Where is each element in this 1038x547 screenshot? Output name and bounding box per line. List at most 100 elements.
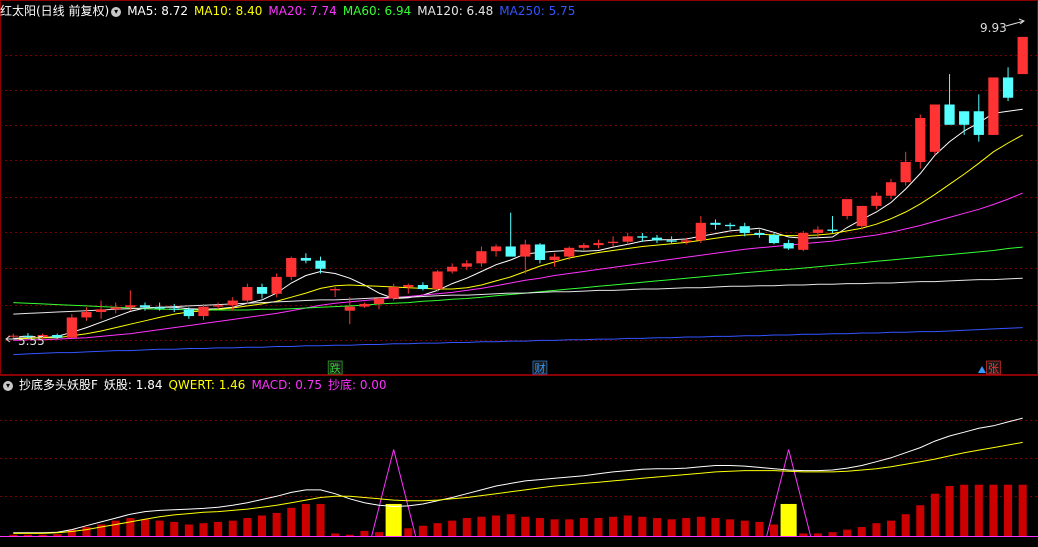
chaodi-signal-bar bbox=[780, 503, 797, 536]
qwert-label: QWERT: 1.46 bbox=[168, 378, 246, 392]
macd-bar bbox=[799, 533, 808, 536]
candle-body bbox=[461, 263, 472, 267]
stock-title[interactable]: 红太阳(日线 前复权) bbox=[0, 4, 109, 18]
macd-bar bbox=[448, 520, 457, 536]
macd-bar bbox=[506, 514, 515, 536]
macd-bar bbox=[930, 493, 939, 536]
candle-body bbox=[300, 257, 312, 261]
candle-body bbox=[81, 312, 92, 318]
candle-body bbox=[812, 229, 824, 233]
event-marker-label[interactable]: 张 bbox=[988, 362, 999, 375]
macd-bar bbox=[711, 518, 720, 536]
macd-label: MACD: 0.75 bbox=[251, 378, 322, 392]
macd-bar bbox=[960, 484, 969, 536]
macd-bar bbox=[38, 534, 47, 536]
chaodi-signal-bar bbox=[385, 503, 402, 536]
macd-bar bbox=[155, 520, 164, 536]
macd-bar bbox=[53, 534, 62, 536]
ma20-label: MA20: 7.74 bbox=[268, 4, 337, 18]
candle-body bbox=[373, 298, 385, 304]
macd-bar bbox=[872, 523, 881, 536]
candle-body bbox=[388, 287, 399, 299]
yaogu-label: 妖股: 1.84 bbox=[103, 378, 163, 392]
candle-body bbox=[447, 266, 458, 272]
macd-bar bbox=[828, 532, 837, 536]
macd-bar bbox=[199, 523, 208, 536]
candle-body bbox=[227, 300, 238, 306]
candle-body bbox=[739, 226, 750, 233]
macd-bar bbox=[916, 505, 925, 536]
macd-bar bbox=[550, 519, 559, 536]
macd-bar bbox=[989, 484, 998, 536]
macd-bar bbox=[652, 518, 661, 536]
candle-body bbox=[988, 77, 999, 135]
macd-bar bbox=[301, 503, 310, 536]
candle-body bbox=[212, 305, 224, 307]
candle-body bbox=[520, 244, 531, 257]
candle-body bbox=[198, 306, 209, 317]
candle-body bbox=[944, 104, 955, 125]
indicator-title[interactable]: 抄底多头妖股F bbox=[19, 378, 98, 392]
candle-body bbox=[651, 237, 663, 241]
ma-line-ma20 bbox=[13, 192, 1023, 341]
macd-bar bbox=[726, 519, 735, 536]
macd-bar bbox=[184, 524, 193, 536]
ma10-label: MA10: 8.40 bbox=[193, 4, 263, 18]
high-price-label: 9.93 bbox=[980, 21, 1007, 35]
candle-body bbox=[66, 317, 77, 338]
indicator-header: ▾ 抄底多头妖股F 妖股: 1.84 QWERT: 1.46 MACD: 0.75 抄底:… bbox=[0, 377, 393, 393]
candle-body bbox=[842, 199, 853, 217]
macd-bar bbox=[696, 516, 705, 536]
macd-bar bbox=[857, 527, 866, 536]
macd-bar bbox=[565, 519, 574, 536]
event-marker-label[interactable]: 跌 bbox=[330, 361, 341, 375]
macd-bar bbox=[623, 515, 632, 536]
candle-body bbox=[856, 205, 867, 227]
candle-body bbox=[768, 234, 780, 244]
macd-bar bbox=[813, 533, 822, 536]
candle-body bbox=[344, 306, 355, 311]
candle-body bbox=[754, 232, 765, 235]
candle-body bbox=[315, 260, 326, 269]
macd-bar bbox=[360, 530, 369, 536]
event-marker-label[interactable]: 财 bbox=[534, 361, 545, 375]
macd-bar bbox=[214, 521, 223, 536]
candle-body bbox=[432, 271, 443, 290]
macd-bar bbox=[887, 520, 896, 536]
macd-bar bbox=[243, 518, 252, 536]
chaodi-label: 抄底: 0.00 bbox=[327, 378, 387, 392]
macd-bar bbox=[594, 518, 603, 536]
candle-body bbox=[169, 308, 180, 310]
candle-body bbox=[403, 284, 414, 288]
candle-body bbox=[973, 111, 984, 135]
macd-bar bbox=[23, 534, 32, 536]
candle-body bbox=[476, 251, 487, 264]
macd-bar bbox=[404, 528, 413, 536]
macd-bar bbox=[462, 518, 471, 536]
macd-bar bbox=[638, 516, 647, 536]
macd-bar bbox=[1018, 484, 1027, 536]
candle-body bbox=[534, 244, 546, 260]
candle-body bbox=[154, 307, 165, 309]
candle-body bbox=[695, 222, 706, 241]
candle-body bbox=[242, 287, 253, 301]
candle-body bbox=[900, 161, 911, 183]
candle-body bbox=[593, 243, 604, 246]
macd-bar bbox=[945, 486, 954, 536]
macd-bar bbox=[9, 534, 18, 536]
candle-body bbox=[578, 245, 589, 248]
stock-chart[interactable]: 9.93 5.55 跌 财 张 bbox=[0, 0, 1038, 547]
candle-body bbox=[183, 309, 194, 317]
macd-bar bbox=[331, 533, 340, 536]
ma60-label: MA60: 6.94 bbox=[342, 4, 412, 18]
macd-bar bbox=[755, 521, 764, 536]
candle-body bbox=[286, 257, 297, 277]
main-chart-header: 红太阳(日线 前复权) ▾ MA5: 8.72 MA10: 8.40 MA20: 7.7… bbox=[0, 3, 581, 19]
indicator-line-yaogu bbox=[13, 417, 1023, 534]
indicator-toggle-icon[interactable]: ▾ bbox=[3, 380, 13, 391]
macd-bar bbox=[974, 484, 983, 536]
macd-bar bbox=[521, 516, 530, 536]
macd-bar bbox=[257, 515, 267, 536]
settings-toggle-icon[interactable]: ▾ bbox=[111, 6, 122, 17]
ma120-label: MA120: 6.48 bbox=[417, 4, 494, 18]
